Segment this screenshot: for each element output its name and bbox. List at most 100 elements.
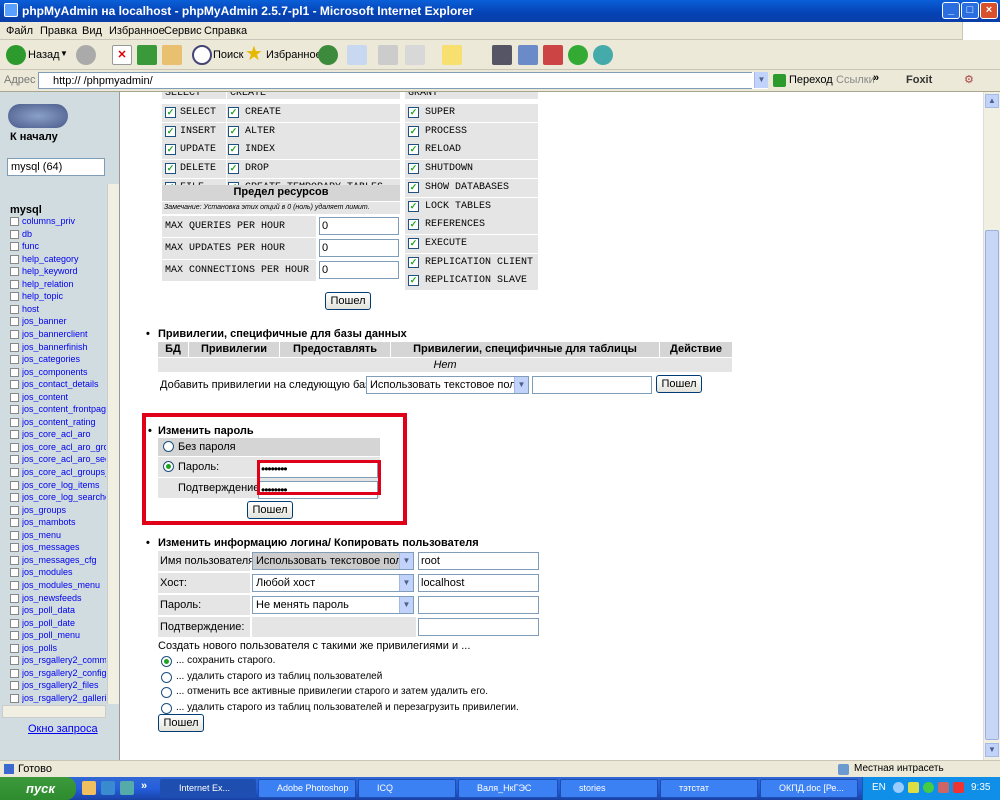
table-icon[interactable] [10, 355, 19, 365]
checkbox-checked-icon[interactable]: ✓ [408, 256, 419, 268]
checkbox-checked-icon[interactable]: ✓ [228, 125, 239, 137]
table-link[interactable]: jos_categories [22, 354, 106, 364]
table-icon[interactable] [10, 518, 19, 528]
database-name[interactable]: mysql [10, 204, 42, 216]
table-icon[interactable] [10, 254, 19, 264]
add-privileges-db-input[interactable] [532, 376, 652, 394]
table-icon[interactable] [10, 580, 19, 590]
table-link[interactable]: help_relation [22, 279, 106, 289]
table-icon[interactable] [10, 480, 19, 490]
checkbox-checked-icon[interactable]: ✓ [165, 163, 176, 175]
table-icon[interactable] [10, 405, 19, 415]
table-icon[interactable] [10, 693, 19, 703]
menu-favorites[interactable]: Избранное [109, 25, 165, 37]
main-vscrollbar[interactable]: ▲ ▼ [983, 92, 1000, 760]
tray-icon-4[interactable] [938, 782, 949, 793]
table-link[interactable]: jos_rsgallery2_config [22, 668, 106, 678]
back-arrow-icon[interactable] [6, 45, 26, 65]
forward-arrow-icon[interactable] [76, 45, 96, 65]
table-link[interactable]: jos_modules [22, 567, 106, 577]
go-button[interactable]: Переход [789, 74, 833, 86]
favorites-star-icon[interactable]: ★ [245, 44, 265, 65]
table-link[interactable]: jos_bannerclient [22, 329, 106, 339]
query-window-link[interactable]: Окно запроса [28, 723, 98, 735]
more-chevron-icon[interactable]: » [873, 72, 879, 84]
table-link[interactable]: jos_core_acl_aro_sections [22, 454, 106, 464]
scroll-up-icon[interactable]: ▲ [985, 94, 999, 108]
table-link[interactable]: help_keyword [22, 266, 106, 276]
table-icon[interactable] [10, 292, 19, 302]
table-icon[interactable] [10, 505, 19, 515]
foxit-button[interactable]: Foxit [906, 74, 932, 86]
network-icon[interactable] [593, 45, 613, 65]
tray-icon-3[interactable] [923, 782, 934, 793]
table-icon[interactable] [10, 606, 19, 616]
table-icon[interactable] [10, 417, 19, 427]
task-button[interactable]: ОКПД.doc [Ре... [760, 779, 858, 798]
global-privileges-go-button[interactable]: Пошел [325, 292, 371, 310]
quicklaunch-ie-icon[interactable] [101, 781, 115, 795]
table-link[interactable]: jos_core_log_searches [22, 492, 106, 502]
checkbox-checked-icon[interactable]: ✓ [165, 107, 176, 118]
table-link[interactable]: help_category [22, 254, 106, 264]
search-icon[interactable] [192, 45, 212, 65]
edit-icon[interactable] [405, 45, 425, 65]
username-mode-select[interactable]: Использовать текстовое поле: ▼ [252, 552, 414, 570]
maximize-button[interactable]: □ [961, 2, 979, 19]
table-link[interactable]: jos_content [22, 392, 106, 402]
back-label[interactable]: Назад [28, 49, 60, 61]
table-icon[interactable] [10, 342, 19, 352]
language-indicator[interactable]: EN [872, 782, 886, 793]
table-icon[interactable] [10, 317, 19, 327]
table-link[interactable]: jos_mambots [22, 517, 106, 527]
add-privileges-db-select[interactable]: Использовать текстовое поле: ▼ [366, 376, 529, 394]
go-arrow-icon[interactable] [773, 74, 786, 87]
checkbox-checked-icon[interactable]: ✓ [408, 200, 419, 212]
menu-view[interactable]: Вид [82, 25, 102, 37]
login-option-radio[interactable] [161, 702, 172, 714]
table-link[interactable]: jos_content_frontpage [22, 404, 106, 414]
table-link[interactable]: jos_bannerfinish [22, 342, 106, 352]
checkbox-checked-icon[interactable]: ✓ [408, 107, 419, 118]
login-password-mode-select[interactable]: Не менять пароль ▼ [252, 596, 414, 614]
checkbox-checked-icon[interactable]: ✓ [408, 144, 419, 156]
task-button[interactable]: тэтстат [660, 779, 758, 798]
menu-help[interactable]: Справка [204, 25, 247, 37]
extension-icon[interactable]: ⚙ [964, 73, 974, 86]
table-icon[interactable] [10, 279, 19, 289]
table-icon[interactable] [10, 618, 19, 628]
table-link[interactable]: jos_contact_details [22, 379, 106, 389]
menu-tools[interactable]: Сервис [164, 25, 202, 37]
table-link[interactable]: jos_newsfeeds [22, 593, 106, 603]
checkbox-checked-icon[interactable]: ✓ [165, 125, 176, 137]
quicklaunch-more-icon[interactable]: » [141, 780, 147, 792]
scroll-down-icon[interactable]: ▼ [985, 743, 999, 757]
table-icon[interactable] [10, 568, 19, 578]
host-input[interactable]: localhost [418, 574, 539, 592]
login-option-radio[interactable] [161, 687, 172, 698]
close-button[interactable]: × [980, 2, 998, 19]
login-confirm-input[interactable] [418, 618, 539, 636]
password-radio[interactable] [163, 461, 174, 472]
start-button[interactable]: пуск [0, 777, 76, 800]
task-button[interactable]: Валя_НкГЭС [458, 779, 558, 798]
table-link[interactable]: jos_rsgallery2_comments [22, 655, 106, 665]
limit-input[interactable]: 0 [319, 261, 399, 279]
table-link[interactable]: jos_menu [22, 530, 106, 540]
table-icon[interactable] [10, 543, 19, 553]
stop-icon[interactable]: ✕ [112, 45, 132, 65]
table-link[interactable]: jos_messages [22, 542, 106, 552]
table-icon[interactable] [10, 593, 19, 603]
login-password-input[interactable] [418, 596, 539, 614]
table-icon[interactable] [10, 493, 19, 503]
table-link[interactable]: jos_banner [22, 316, 106, 326]
table-icon[interactable] [10, 267, 19, 277]
quicklaunch-mail-icon[interactable] [82, 781, 96, 795]
change-password-go-button[interactable]: Пошел [247, 501, 293, 519]
tool-icon[interactable] [543, 45, 563, 65]
tray-icon-2[interactable] [908, 782, 919, 793]
table-link[interactable]: jos_rsgallery2_files [22, 680, 106, 690]
table-link[interactable]: jos_core_acl_aro_groups [22, 442, 106, 452]
search-label[interactable]: Поиск [213, 49, 243, 61]
note-icon[interactable] [442, 45, 462, 65]
